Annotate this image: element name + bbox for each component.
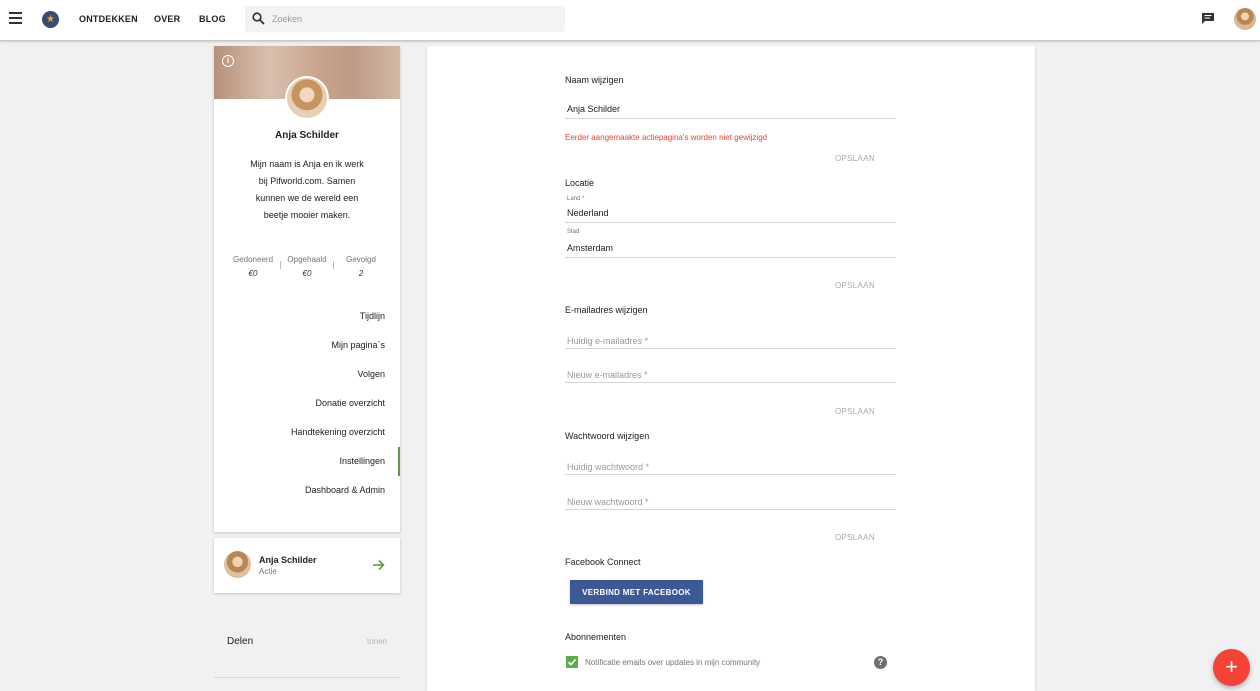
menu-item-tijdlijn[interactable]: Tijdlijn xyxy=(214,302,400,331)
city-input[interactable] xyxy=(565,240,896,256)
search-icon[interactable] xyxy=(252,12,265,25)
current-password-input[interactable] xyxy=(565,459,896,475)
stat-value: €0 xyxy=(302,269,312,278)
info-icon[interactable]: i xyxy=(222,55,234,67)
new-password-input[interactable] xyxy=(565,494,896,510)
check-icon xyxy=(567,658,577,666)
settings-panel: Naam wijzigen Eerder aangemaakte actiepa… xyxy=(427,46,1035,691)
user-avatar[interactable] xyxy=(1234,8,1256,30)
profile-stats: Gedoneerd €0 Opgehaald €0 Gevolgd 2 xyxy=(226,255,388,278)
current-email-input[interactable] xyxy=(565,333,896,349)
menu-item-donatie-overzicht[interactable]: Donatie overzicht xyxy=(214,389,400,418)
stat-label: Gedoneerd xyxy=(232,255,274,264)
name-section-title: Naam wijzigen xyxy=(565,75,624,85)
connect-facebook-button[interactable]: VERBIND MET FACEBOOK xyxy=(570,580,703,604)
menu-item-instellingen[interactable]: Instellingen xyxy=(214,447,400,476)
stat-raised: Opgehaald €0 xyxy=(280,255,334,278)
user-card-subtitle: Actie xyxy=(259,567,277,576)
help-icon[interactable]: ? xyxy=(874,656,887,669)
profile-card: i Anja Schilder Mijn naam is Anja en ik … xyxy=(214,46,400,532)
stat-label: Gevolgd xyxy=(346,255,376,264)
chat-icon[interactable] xyxy=(1201,12,1215,25)
user-action-card[interactable]: Anja Schilder Actie xyxy=(214,538,400,593)
menu-item-volgen[interactable]: Volgen xyxy=(214,360,400,389)
notification-checkbox[interactable] xyxy=(566,656,578,668)
search-box xyxy=(245,6,565,32)
name-warning: Eerder aangemaakte actiepagina's worden … xyxy=(565,133,768,142)
location-section-title: Locatie xyxy=(565,178,595,188)
current-email-field xyxy=(565,333,896,349)
logo-icon[interactable]: ★ xyxy=(42,11,59,28)
nav-ontdekken[interactable]: ONTDEKKEN xyxy=(79,14,138,24)
search-input[interactable] xyxy=(272,11,552,27)
nav-over[interactable]: OVER xyxy=(154,14,180,24)
profile-name: Anja Schilder xyxy=(275,130,339,141)
country-field xyxy=(565,205,896,223)
profile-menu: Tijdlijn Mijn pagina`s Volgen Donatie ov… xyxy=(214,302,400,505)
stat-value: 2 xyxy=(358,269,364,278)
avatar xyxy=(224,551,251,578)
stat-followed: Gevolgd 2 xyxy=(334,255,388,278)
stat-donated: Gedoneerd €0 xyxy=(226,255,280,278)
share-section: Delen tonen xyxy=(214,620,400,678)
user-card-name: Anja Schilder xyxy=(259,555,317,565)
share-label: Delen xyxy=(227,636,254,647)
arrow-right-icon[interactable] xyxy=(372,559,385,571)
share-toggle[interactable]: tonen xyxy=(367,637,387,646)
save-email-button[interactable]: OPSLAAN xyxy=(835,407,875,416)
stat-value: €0 xyxy=(248,269,258,278)
password-section-title: Wachtwoord wijzigen xyxy=(565,431,650,441)
save-name-button[interactable]: OPSLAAN xyxy=(835,154,875,163)
add-button[interactable]: + xyxy=(1213,649,1250,686)
plus-icon: + xyxy=(1225,654,1238,679)
save-location-button[interactable]: OPSLAAN xyxy=(835,281,875,290)
city-field xyxy=(565,240,896,258)
country-label: Land * xyxy=(567,196,585,202)
new-email-input[interactable] xyxy=(565,367,896,383)
menu-item-handtekening-overzicht[interactable]: Handtekening overzicht xyxy=(214,418,400,447)
country-input[interactable] xyxy=(565,205,896,221)
top-bar: ★ ONTDEKKEN OVER BLOG xyxy=(0,0,1260,41)
notification-checkbox-label: Notificatie emails over updates in mijn … xyxy=(585,658,761,667)
menu-item-dashboard-admin[interactable]: Dashboard & Admin xyxy=(214,476,400,505)
name-field xyxy=(565,101,896,119)
current-password-field xyxy=(565,459,896,475)
email-section-title: E-mailadres wijzigen xyxy=(565,305,648,315)
facebook-section-title: Facebook Connect xyxy=(565,557,641,567)
new-email-field xyxy=(565,367,896,383)
menu-icon[interactable] xyxy=(9,12,23,24)
save-password-button[interactable]: OPSLAAN xyxy=(835,533,875,542)
name-input[interactable] xyxy=(565,101,896,117)
subscriptions-section-title: Abonnementen xyxy=(565,632,627,642)
stat-divider xyxy=(280,261,281,269)
profile-bio: Mijn naam is Anja en ik werk bij Pifworl… xyxy=(250,159,364,220)
nav-blog[interactable]: BLOG xyxy=(199,14,226,24)
profile-avatar xyxy=(285,76,329,120)
stat-label: Opgehaald xyxy=(287,255,327,264)
new-password-field xyxy=(565,494,896,510)
city-label: Stad xyxy=(567,229,580,235)
menu-item-mijn-paginas[interactable]: Mijn pagina`s xyxy=(214,331,400,360)
